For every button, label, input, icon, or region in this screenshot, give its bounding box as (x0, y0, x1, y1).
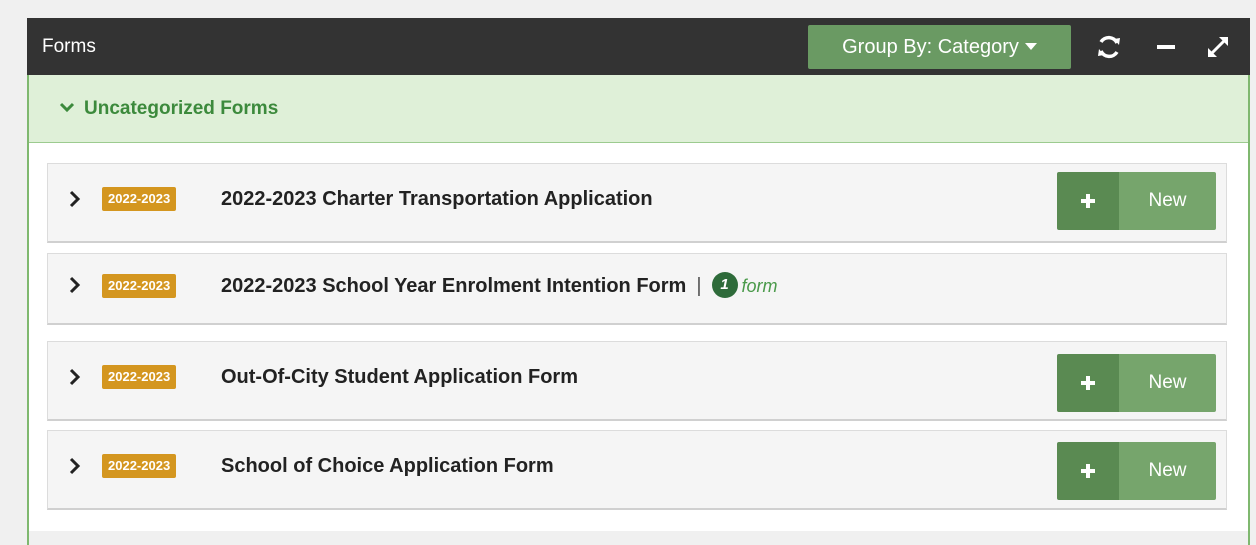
form-row: 2022-2023 Out-Of-City Student Applicatio… (47, 341, 1227, 421)
forms-panel: Forms Group By: Category Uncategorized F… (27, 18, 1250, 545)
caret-down-icon (1024, 42, 1037, 50)
plus-icon (1057, 442, 1119, 500)
year-badge: 2022-2023 (102, 274, 177, 298)
new-button-label: New (1119, 172, 1216, 230)
year-badge: 2022-2023 (102, 365, 177, 389)
category-label: Uncategorized Forms (84, 98, 279, 119)
minimize-icon[interactable] (1149, 30, 1183, 64)
chevron-right-icon[interactable] (68, 276, 82, 299)
plus-icon (1057, 354, 1119, 412)
new-button-label: New (1119, 354, 1216, 412)
category-uncategorized: Uncategorized Forms 2022-2023 2022-2023 … (27, 75, 1250, 545)
form-title-line: 2022-2023 School Year Enrolment Intentio… (221, 268, 778, 304)
category-header[interactable]: Uncategorized Forms (29, 75, 1248, 143)
new-form-button[interactable]: New (1057, 172, 1216, 230)
chevron-right-icon[interactable] (68, 368, 82, 391)
group-by-dropdown[interactable]: Group By: Category (808, 25, 1071, 69)
panel-title: Forms (42, 36, 96, 57)
submitted-count-label[interactable]: form (742, 276, 778, 296)
panel-header: Forms Group By: Category (27, 18, 1250, 75)
chevron-down-icon (59, 99, 75, 120)
chevron-right-icon[interactable] (68, 190, 82, 213)
form-title[interactable]: Out-Of-City Student Application Form (221, 359, 578, 395)
form-row: 2022-2023 2022-2023 School Year Enrolmen… (47, 253, 1227, 325)
submitted-count-badge[interactable]: 1 (711, 272, 738, 299)
chevron-right-icon[interactable] (68, 457, 82, 480)
new-form-button[interactable]: New (1057, 354, 1216, 412)
form-title[interactable]: 2022-2023 Charter Transportation Applica… (221, 181, 653, 217)
form-title[interactable]: 2022-2023 School Year Enrolment Intentio… (221, 275, 686, 297)
plus-icon (1057, 172, 1119, 230)
new-button-label: New (1119, 442, 1216, 500)
year-badge: 2022-2023 (102, 454, 177, 478)
form-title[interactable]: School of Choice Application Form (221, 448, 554, 484)
form-row: 2022-2023 2022-2023 Charter Transportati… (47, 163, 1227, 243)
group-by-label: Group By: Category (842, 36, 1019, 58)
title-separator: | (696, 275, 702, 297)
refresh-icon[interactable] (1092, 30, 1126, 64)
new-form-button[interactable]: New (1057, 442, 1216, 500)
year-badge: 2022-2023 (102, 187, 177, 211)
form-row: 2022-2023 School of Choice Application F… (47, 430, 1227, 510)
expand-icon[interactable] (1201, 30, 1235, 64)
